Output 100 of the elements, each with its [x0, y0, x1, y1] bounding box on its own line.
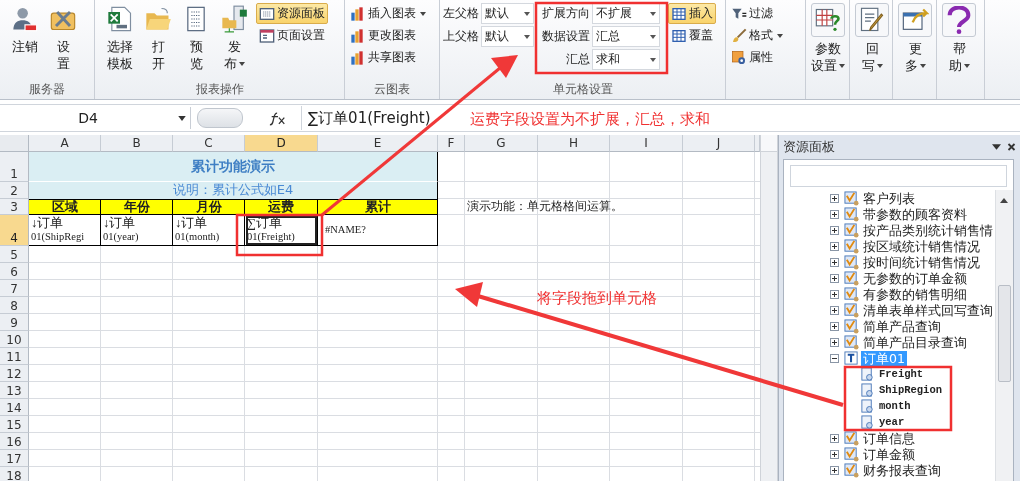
ribbon-button[interactable]: 参数 设置	[808, 3, 848, 74]
dropdown-field[interactable]: 不扩展	[592, 3, 660, 24]
tree-item[interactable]: 带参数的顾客资料	[861, 206, 969, 222]
column-header[interactable]: E	[318, 135, 438, 152]
table-cell[interactable]: ↓订单 01(ShipRegi	[29, 215, 101, 246]
ribbon-button[interactable]: 更改图表	[347, 25, 429, 46]
expand-icon[interactable]	[830, 193, 839, 203]
search-field[interactable]	[790, 165, 1007, 187]
column-header[interactable]: D	[245, 135, 318, 152]
collapse-icon[interactable]	[830, 353, 839, 363]
scroll-up-icon[interactable]	[1000, 198, 1008, 203]
ribbon-button[interactable]: 注销	[6, 3, 44, 72]
expand-icon[interactable]	[830, 449, 839, 459]
scrollbar[interactable]	[760, 135, 778, 481]
row-header[interactable]: 9	[0, 314, 29, 331]
tree-item[interactable]: 按区域统计销售情况	[861, 238, 982, 254]
expand-icon[interactable]	[830, 305, 839, 315]
ribbon-button[interactable]: 插入图表	[347, 3, 429, 24]
tree-item[interactable]: 有参数的销售明细	[861, 286, 969, 302]
ribbon-button[interactable]: 帮 助	[939, 3, 979, 74]
row-header[interactable]: 12	[0, 365, 29, 382]
row-header[interactable]: 4	[0, 215, 29, 246]
row-header[interactable]: 8	[0, 297, 29, 314]
row-header[interactable]: 14	[0, 399, 29, 416]
expand-icon[interactable]	[830, 241, 839, 251]
dropdown-field[interactable]: 默认	[481, 3, 534, 24]
column-header[interactable]: H	[538, 135, 610, 152]
table-cell[interactable]: ∑订单 01(Freight)	[245, 215, 318, 246]
ribbon-button[interactable]: 更 多	[895, 3, 935, 74]
grid-question-icon	[814, 6, 842, 34]
expand-icon[interactable]	[830, 321, 839, 331]
tree-item[interactable]: 按时间统计销售情况	[861, 254, 982, 270]
ribbon-button[interactable]: 格式	[728, 25, 786, 46]
expand-icon[interactable]	[830, 433, 839, 443]
column-header[interactable]: A	[29, 135, 101, 152]
ribbon-button[interactable]: 属性	[728, 47, 786, 68]
ribbon-button[interactable]: 共享图表	[347, 47, 429, 68]
expand-icon[interactable]	[830, 273, 839, 283]
dropdown-field[interactable]: 求和	[592, 49, 660, 70]
tree-item[interactable]: year	[877, 414, 907, 430]
tree-item[interactable]: 客户列表	[861, 190, 917, 206]
row-header[interactable]: 5	[0, 246, 29, 263]
column-header[interactable]: G	[465, 135, 538, 152]
tree-item[interactable]: 按产品类别统计销售情	[861, 222, 995, 238]
ribbon-button[interactable]: 选择 模板	[101, 3, 139, 72]
ribbon-button[interactable]: 回 写	[852, 3, 892, 74]
scrollbar[interactable]	[995, 190, 1013, 481]
row-header[interactable]: 15	[0, 416, 29, 433]
row-header[interactable]: 18	[0, 467, 29, 481]
row-header[interactable]: 3	[0, 199, 29, 215]
table-cell[interactable]: ↓订单 01(year)	[101, 215, 173, 246]
ribbon-button[interactable]: 插入	[668, 3, 716, 24]
ribbon-button[interactable]: 预 览	[177, 3, 215, 72]
expand-icon[interactable]	[830, 465, 839, 475]
ribbon-button[interactable]: 打 开	[139, 3, 177, 72]
row-header[interactable]: 17	[0, 450, 29, 467]
row-header[interactable]: 7	[0, 280, 29, 297]
tree-item[interactable]: month	[877, 398, 913, 414]
row-header[interactable]: 1	[0, 152, 29, 182]
dropdown-field[interactable]: 汇总	[592, 26, 660, 47]
expand-icon[interactable]	[830, 225, 839, 235]
ribbon-button[interactable]: 资源面板	[256, 3, 328, 24]
column-header[interactable]: B	[101, 135, 173, 152]
scrollbar-thumb[interactable]	[998, 285, 1011, 382]
table-cell: 区域	[29, 199, 101, 215]
column-header[interactable]: C	[173, 135, 245, 152]
name-box[interactable]: D4	[0, 107, 191, 129]
close-icon[interactable]	[1007, 143, 1016, 151]
tree-item[interactable]: 简单产品目录查询	[861, 334, 969, 350]
row-header[interactable]: 16	[0, 433, 29, 450]
tree-item[interactable]: 简单产品查询	[861, 318, 943, 334]
row-header[interactable]: 2	[0, 182, 29, 199]
row-header[interactable]: 13	[0, 382, 29, 399]
ribbon-button[interactable]: 页面设置	[256, 25, 328, 46]
column-header[interactable]: F	[438, 135, 465, 152]
dropdown-field[interactable]: 默认	[481, 26, 534, 47]
column-header[interactable]: J	[683, 135, 755, 152]
tree-item[interactable]: 订单信息	[861, 430, 917, 446]
splitter-handle[interactable]	[197, 108, 243, 128]
tree-item[interactable]: Freight	[877, 366, 926, 382]
row-header[interactable]: 11	[0, 348, 29, 365]
ribbon-button[interactable]: 设 置	[44, 3, 82, 72]
ribbon-button[interactable]: 过滤	[728, 3, 786, 24]
row-header[interactable]: 6	[0, 263, 29, 280]
tree-item[interactable]: 订单金额	[861, 446, 917, 462]
dropdown-icon[interactable]	[992, 143, 1001, 151]
column-header[interactable]: I	[610, 135, 683, 152]
ribbon-button[interactable]: 发 布	[215, 3, 253, 72]
tree-item[interactable]: 财务报表查询	[861, 462, 943, 478]
row-header[interactable]: 10	[0, 331, 29, 348]
table-cell[interactable]: #NAME?	[318, 215, 438, 246]
expand-icon[interactable]	[830, 337, 839, 347]
table-cell[interactable]: ↓订单 01(month)	[173, 215, 245, 246]
expand-icon[interactable]	[830, 257, 839, 267]
expand-icon[interactable]	[830, 209, 839, 219]
tree-item[interactable]: 无参数的订单金额	[861, 270, 969, 286]
expand-icon[interactable]	[830, 289, 839, 299]
tree-item[interactable]: 清单表单样式回写查询	[861, 302, 995, 318]
ribbon-button[interactable]: 覆盖	[668, 25, 716, 46]
tree-item[interactable]: ShipRegion	[877, 382, 944, 398]
